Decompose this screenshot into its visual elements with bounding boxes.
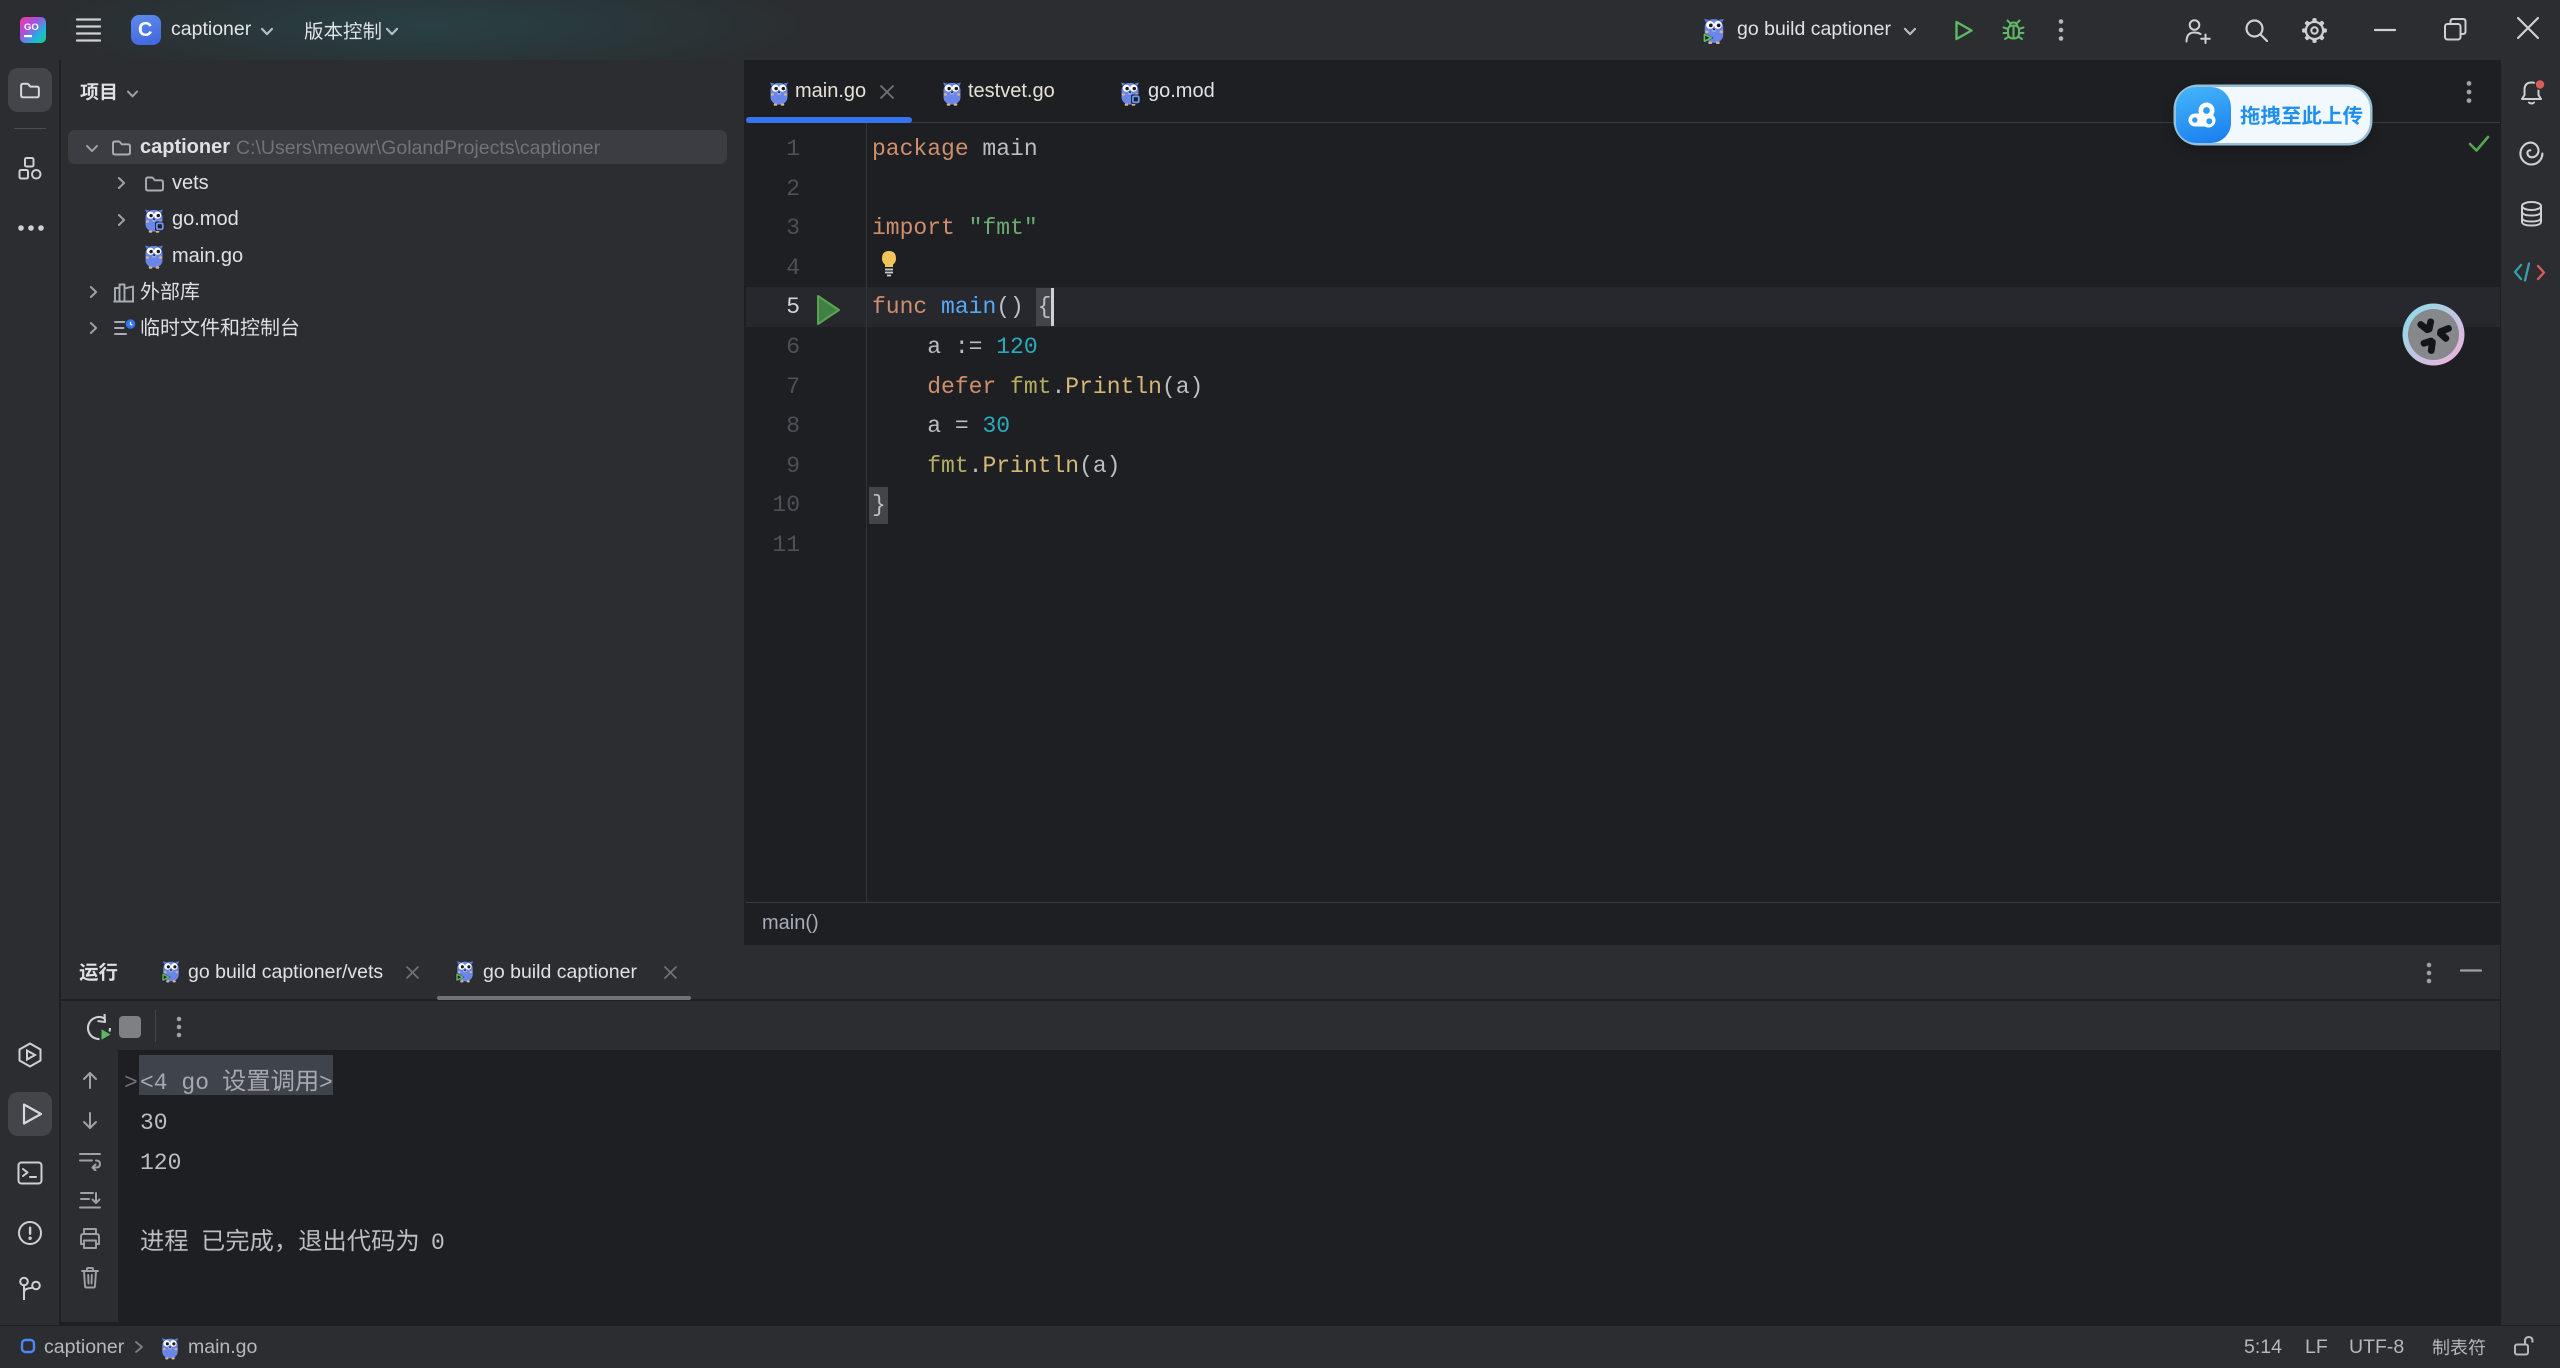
- svg-text:GO: GO: [24, 22, 39, 33]
